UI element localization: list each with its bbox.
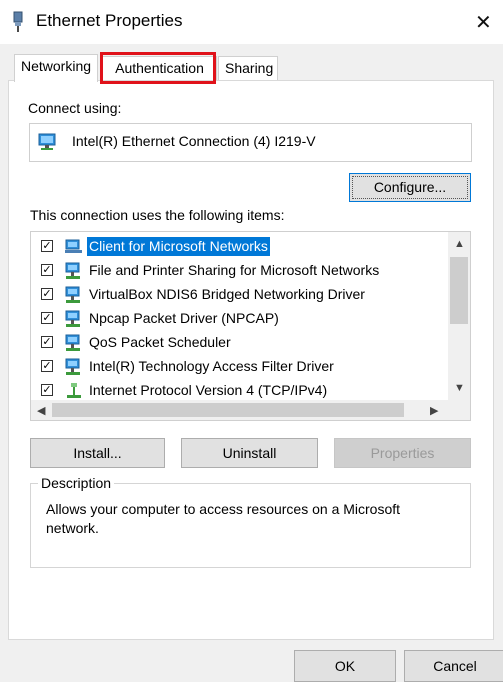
network-client-icon — [65, 239, 82, 253]
list-item[interactable]: ✓ File and Printer Sharing for Microsoft… — [31, 259, 447, 282]
list-item-label: Client for Microsoft Networks — [87, 237, 270, 256]
configure-button-label: Configure... — [373, 179, 447, 195]
network-service-icon — [65, 310, 80, 327]
list-item-label: Npcap Packet Driver (NPCAP) — [89, 310, 279, 326]
description-text: Allows your computer to access resources… — [46, 501, 401, 536]
checkbox[interactable]: ✓ — [41, 240, 53, 252]
network-service-icon — [65, 334, 80, 351]
list-item-label: File and Printer Sharing for Microsoft N… — [89, 262, 380, 278]
list-item[interactable]: ✓ Internet Protocol Version 4 (TCP/IPv4) — [31, 379, 447, 402]
tab-authentication[interactable]: Authentication — [102, 56, 217, 80]
ethernet-adapter-icon — [13, 11, 23, 32]
horizontal-scroll-thumb[interactable] — [52, 403, 404, 417]
scroll-up-icon[interactable]: ▲ — [454, 238, 465, 250]
window-title: Ethernet Properties — [36, 11, 183, 30]
list-item[interactable]: ✓ Client for Microsoft Networks — [31, 235, 447, 258]
network-service-icon — [65, 358, 80, 375]
list-item-label: Intel(R) Technology Access Filter Driver — [89, 358, 334, 374]
ok-button[interactable]: OK — [294, 650, 396, 682]
adapter-name: Intel(R) Ethernet Connection (4) I219-V — [72, 133, 316, 149]
scroll-left-icon[interactable]: ◀ — [37, 404, 45, 417]
tab-sharing[interactable]: Sharing — [218, 56, 278, 80]
connect-using-label: Connect using: — [28, 100, 122, 116]
close-icon[interactable]: ✕ — [475, 10, 492, 35]
network-service-icon — [65, 286, 80, 303]
cancel-button[interactable]: Cancel — [404, 650, 503, 682]
vertical-scroll-thumb[interactable] — [450, 257, 468, 324]
checkbox[interactable]: ✓ — [41, 264, 53, 276]
protocol-icon — [67, 383, 81, 398]
scroll-right-icon[interactable]: ▶ — [430, 404, 438, 417]
items-label: This connection uses the following items… — [30, 207, 285, 223]
uninstall-button[interactable]: Uninstall — [181, 438, 318, 468]
network-adapter-icon — [38, 133, 56, 150]
install-button[interactable]: Install... — [30, 438, 165, 468]
checkbox[interactable]: ✓ — [41, 336, 53, 348]
list-item-label: VirtualBox NDIS6 Bridged Networking Driv… — [89, 286, 365, 302]
components-list[interactable]: ✓ Client for Microsoft Networks ✓ File a… — [30, 231, 471, 421]
list-item[interactable]: ✓ Intel(R) Technology Access Filter Driv… — [31, 355, 447, 378]
list-item[interactable]: ✓ VirtualBox NDIS6 Bridged Networking Dr… — [31, 283, 447, 306]
list-item-label: QoS Packet Scheduler — [89, 334, 231, 350]
checkbox[interactable]: ✓ — [41, 312, 53, 324]
tab-networking[interactable]: Networking — [14, 54, 98, 82]
scroll-down-icon[interactable]: ▼ — [454, 382, 465, 394]
list-item-label: Internet Protocol Version 4 (TCP/IPv4) — [89, 382, 328, 398]
description-legend: Description — [38, 475, 115, 491]
checkbox[interactable]: ✓ — [41, 384, 53, 396]
list-item[interactable]: ✓ QoS Packet Scheduler — [31, 331, 447, 354]
checkbox[interactable]: ✓ — [41, 288, 53, 300]
checkbox[interactable]: ✓ — [41, 360, 53, 372]
list-item[interactable]: ✓ Npcap Packet Driver (NPCAP) — [31, 307, 447, 330]
properties-button[interactable]: Properties — [334, 438, 471, 468]
network-service-icon — [65, 262, 80, 279]
configure-button[interactable]: Configure... — [349, 173, 471, 202]
